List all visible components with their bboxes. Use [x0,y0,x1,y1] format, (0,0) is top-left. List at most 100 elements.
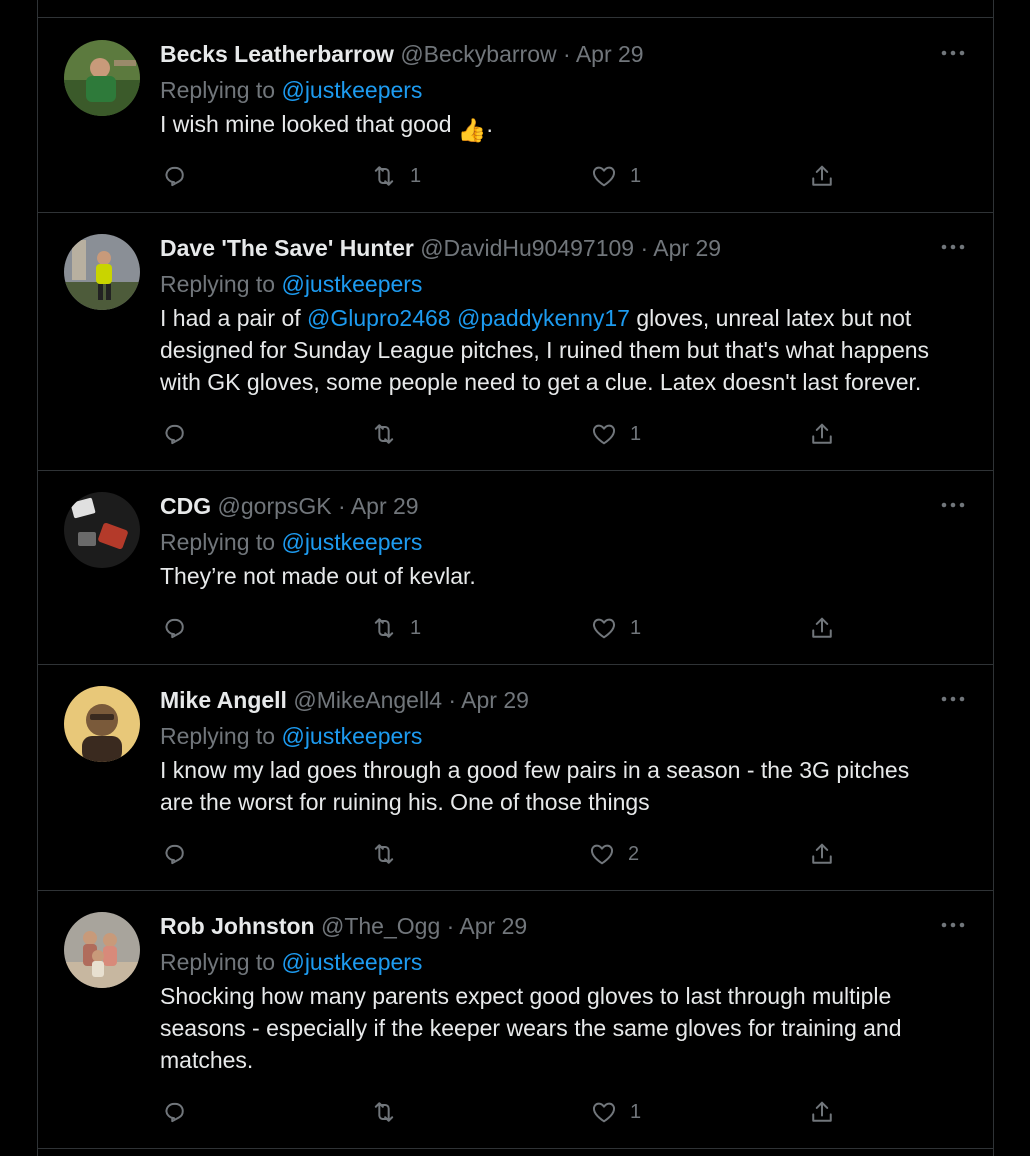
like-button[interactable]: 1 [590,417,641,451]
tweet-header: Mike Angell @MikeAngell4 · Apr 29 [160,682,965,718]
share-icon [808,420,836,448]
mention-link[interactable]: @justkeepers [281,271,422,297]
more-horizontal-icon[interactable] [941,694,965,704]
display-name[interactable]: Becks Leatherbarrow [160,41,394,67]
reply-icon [160,420,188,448]
mention-link[interactable]: @paddykenny17 [457,305,630,331]
tweet[interactable]: Rob Johnston @The_Ogg · Apr 29 Replying … [38,890,993,1149]
mention-link[interactable]: @justkeepers [281,723,422,749]
avatar[interactable] [64,40,140,116]
tweet-actions: 1 [160,1095,860,1129]
retweet-count: 1 [410,164,422,187]
display-name[interactable]: Dave 'The Save' Hunter [160,235,414,261]
replying-to: Replying to @justkeepers [160,72,965,108]
heart-icon [590,1098,618,1126]
reply-button[interactable] [160,159,188,193]
share-icon [808,1098,836,1126]
tweet[interactable]: Becks Leatherbarrow @Beckybarrow · Apr 2… [38,18,993,213]
reply-icon [160,162,188,190]
display-name[interactable]: Rob Johnston [160,913,315,939]
separator: · [640,235,649,261]
share-button[interactable] [808,837,836,871]
tweet-date[interactable]: Apr 29 [351,493,419,519]
replying-to: Replying to @justkeepers [160,944,965,980]
user-handle[interactable]: @Beckybarrow [400,41,556,67]
tweet-text: I wish mine looked that good 👍. [160,108,965,146]
tweet-text-line: seasons - especially if the keeper wears… [160,1015,902,1041]
replying-to-label: Replying to [160,723,276,749]
reply-button[interactable] [160,1095,188,1129]
tweet[interactable]: CDG @gorpsGK · Apr 29 Replying to @justk… [38,470,993,665]
tweet-text-line: designed for Sunday League pitches, I ru… [160,337,930,363]
like-button[interactable]: 1 [590,159,641,193]
retweet-icon [370,162,398,190]
replying-to-label: Replying to [160,271,276,297]
tweet-header: Rob Johnston @The_Ogg · Apr 29 [160,908,965,944]
retweet-button[interactable] [370,837,410,871]
more-horizontal-icon[interactable] [941,48,965,58]
heart-icon [590,420,618,448]
tweet-text-line: with GK gloves, some people need to get … [160,369,922,395]
like-button[interactable]: 2 [588,837,639,871]
replying-to: Replying to @justkeepers [160,266,965,302]
share-button[interactable] [808,1095,836,1129]
mention-link[interactable]: @Glupro2468 [307,305,451,331]
replying-to-label: Replying to [160,949,276,975]
reply-button[interactable] [160,417,188,451]
tweet-text-part: gloves, unreal latex but not [629,305,912,331]
tweet[interactable]: Mike Angell @MikeAngell4 · Apr 29 Replyi… [38,664,993,891]
share-button[interactable] [808,159,836,193]
display-name[interactable]: CDG [160,493,211,519]
heart-icon [590,614,618,642]
tweet-text-line: are the worst for ruining his. One of th… [160,789,650,815]
avatar[interactable] [64,912,140,988]
replying-to-label: Replying to [160,529,276,555]
tweet-date[interactable]: Apr 29 [461,687,529,713]
reply-icon [160,614,188,642]
tweet-header: Becks Leatherbarrow @Beckybarrow · Apr 2… [160,36,965,72]
tweet-actions: 1 [160,417,860,451]
tweet-date[interactable]: Apr 29 [653,235,721,261]
tweet[interactable]: Dave 'The Save' Hunter @DavidHu90497109 … [38,212,993,471]
avatar[interactable] [64,686,140,762]
reply-button[interactable] [160,837,188,871]
tweet-text-part: . [486,111,493,137]
replying-to: Replying to @justkeepers [160,718,965,754]
share-button[interactable] [808,417,836,451]
user-handle[interactable]: @The_Ogg [321,913,440,939]
mention-link[interactable]: @justkeepers [281,77,422,103]
heart-icon [590,162,618,190]
user-handle[interactable]: @MikeAngell4 [293,687,442,713]
retweet-button[interactable]: 1 [370,159,421,193]
tweet-actions: 2 [160,837,860,871]
more-horizontal-icon[interactable] [941,920,965,930]
retweet-count: 1 [410,616,422,639]
retweet-button[interactable] [370,417,410,451]
mention-link[interactable]: @justkeepers [281,529,422,555]
tweet-text: I know my lad goes through a good few pa… [160,754,965,818]
like-count: 1 [630,1100,642,1123]
separator: · [563,41,571,67]
retweet-button[interactable] [370,1095,410,1129]
like-button[interactable]: 1 [590,1095,641,1129]
avatar[interactable] [64,492,140,568]
like-button[interactable]: 1 [590,611,641,645]
retweet-button[interactable]: 1 [370,611,421,645]
display-name[interactable]: Mike Angell [160,687,287,713]
reply-button[interactable] [160,611,188,645]
heart-icon [588,840,616,868]
tweet-date[interactable]: Apr 29 [459,913,527,939]
separator: · [338,493,346,519]
tweet-date[interactable]: Apr 29 [576,41,644,67]
replying-to: Replying to @justkeepers [160,524,965,560]
more-horizontal-icon[interactable] [941,500,965,510]
like-count: 2 [628,842,640,865]
user-handle[interactable]: @DavidHu90497109 [420,235,634,261]
retweet-icon [370,840,398,868]
mention-link[interactable]: @justkeepers [281,949,422,975]
reply-icon [160,840,188,868]
share-button[interactable] [808,611,836,645]
more-horizontal-icon[interactable] [941,242,965,252]
avatar[interactable] [64,234,140,310]
user-handle[interactable]: @gorpsGK [218,493,332,519]
